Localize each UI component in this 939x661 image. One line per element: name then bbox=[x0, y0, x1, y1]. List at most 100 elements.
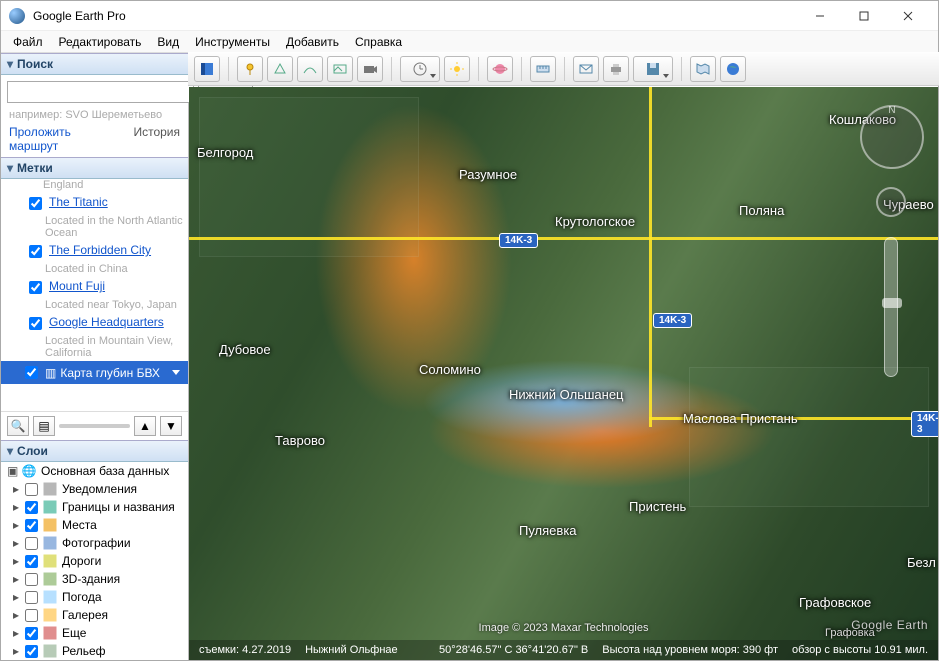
place-checkbox[interactable] bbox=[29, 197, 42, 210]
view-in-maps-button[interactable] bbox=[690, 56, 716, 82]
places-header[interactable]: ▾ Метки bbox=[1, 157, 188, 179]
menu-view[interactable]: Вид bbox=[149, 33, 187, 51]
find-button[interactable]: 🔍 bbox=[7, 416, 29, 436]
minimize-button[interactable] bbox=[798, 2, 842, 30]
route-link[interactable]: Проложить маршрут bbox=[9, 125, 119, 153]
place-item[interactable]: Google Headquarters bbox=[1, 313, 188, 335]
layer-checkbox[interactable] bbox=[25, 591, 38, 604]
layer-checkbox[interactable] bbox=[25, 627, 38, 640]
maximize-button[interactable] bbox=[842, 2, 886, 30]
close-button[interactable] bbox=[886, 2, 930, 30]
layer-row[interactable]: ▸ Места bbox=[1, 516, 188, 534]
earth-button[interactable] bbox=[720, 56, 746, 82]
layer-label: Основная база данных bbox=[41, 464, 169, 478]
layer-row[interactable]: ▸ 3D-здания bbox=[1, 570, 188, 588]
place-link[interactable]: The Forbidden City bbox=[49, 243, 151, 257]
opacity-slider[interactable] bbox=[59, 424, 130, 428]
expand-icon[interactable]: ▸ bbox=[11, 518, 21, 532]
layer-row[interactable]: ▸ Уведомления bbox=[1, 480, 188, 498]
menu-edit[interactable]: Редактировать bbox=[51, 33, 150, 51]
layer-root[interactable]: ▣ 🌐 Основная база данных bbox=[1, 462, 188, 480]
chevron-down-icon[interactable] bbox=[172, 370, 180, 375]
place-checkbox[interactable] bbox=[25, 366, 38, 379]
layer-checkbox[interactable] bbox=[25, 537, 38, 550]
place-link[interactable]: Google Headquarters bbox=[49, 315, 164, 329]
place-item[interactable]: The Forbidden City bbox=[1, 241, 188, 263]
expand-icon[interactable]: ▸ bbox=[11, 500, 21, 514]
historical-imagery-button[interactable] bbox=[400, 56, 440, 82]
expand-icon[interactable]: ▸ bbox=[11, 590, 21, 604]
layer-row[interactable]: ▸ Рельеф bbox=[1, 642, 188, 660]
search-header[interactable]: ▾ Поиск bbox=[1, 53, 188, 75]
move-down-button[interactable]: ▼ bbox=[160, 416, 182, 436]
place-subtitle: Located near Tokyo, Japan bbox=[1, 299, 188, 313]
move-up-button[interactable]: ▲ bbox=[134, 416, 156, 436]
coordinates: 50°28'46.57" С 36°41'20.67" В bbox=[439, 644, 588, 656]
map-label: Разумное bbox=[459, 167, 517, 182]
place-selected[interactable]: ▥ Карта глубин БВХ bbox=[1, 361, 188, 384]
menu-help[interactable]: Справка bbox=[347, 33, 410, 51]
menu-add[interactable]: Добавить bbox=[278, 33, 347, 51]
compass-control[interactable]: N bbox=[860, 105, 924, 169]
place-item[interactable]: The Titanic bbox=[1, 193, 188, 215]
place-item[interactable]: England bbox=[1, 179, 188, 193]
ruler-button[interactable] bbox=[530, 56, 556, 82]
layer-checkbox[interactable] bbox=[25, 555, 38, 568]
eye-alt-label: обзор с высоты bbox=[792, 644, 871, 656]
search-input[interactable] bbox=[7, 81, 194, 103]
layer-checkbox[interactable] bbox=[25, 645, 38, 658]
expand-icon[interactable]: ▸ bbox=[11, 608, 21, 622]
save-image-button[interactable] bbox=[633, 56, 673, 82]
layer-row[interactable]: ▸ Погода bbox=[1, 588, 188, 606]
sidebar-toggle-button[interactable] bbox=[194, 56, 220, 82]
add-placemark-button[interactable] bbox=[237, 56, 263, 82]
layer-row[interactable]: ▸ Фотографии bbox=[1, 534, 188, 552]
expand-icon[interactable]: ▸ bbox=[11, 644, 21, 658]
add-image-overlay-button[interactable] bbox=[327, 56, 353, 82]
menubar: Файл Редактировать Вид Инструменты Добав… bbox=[1, 31, 938, 53]
place-checkbox[interactable] bbox=[29, 245, 42, 258]
layers-list: ▣ 🌐 Основная база данных ▸ Уведомления▸ … bbox=[1, 462, 188, 660]
zoom-slider[interactable] bbox=[884, 237, 898, 377]
eye-alt-value: 10.91 мил. bbox=[874, 644, 928, 656]
place-checkbox[interactable] bbox=[29, 281, 42, 294]
expand-icon[interactable]: ▸ bbox=[11, 572, 21, 586]
expand-icon[interactable]: ▸ bbox=[11, 626, 21, 640]
layer-row[interactable]: ▸ Еще bbox=[1, 624, 188, 642]
place-link[interactable]: Mount Fuji bbox=[49, 279, 105, 293]
layer-checkbox[interactable] bbox=[25, 573, 38, 586]
expand-icon[interactable]: ▸ bbox=[11, 536, 21, 550]
layer-checkbox[interactable] bbox=[25, 483, 38, 496]
expand-icon[interactable]: ▸ bbox=[11, 554, 21, 568]
zoom-handle[interactable] bbox=[882, 298, 902, 308]
layer-checkbox[interactable] bbox=[25, 519, 38, 532]
history-link[interactable]: История bbox=[133, 125, 180, 153]
view-button[interactable]: ▤ bbox=[33, 416, 55, 436]
sky-planets-button[interactable] bbox=[487, 56, 513, 82]
pan-control[interactable] bbox=[876, 187, 906, 217]
layer-icon bbox=[42, 553, 58, 569]
menu-file[interactable]: Файл bbox=[5, 33, 51, 51]
place-item[interactable]: Mount Fuji bbox=[1, 277, 188, 299]
expand-icon[interactable]: ▣ bbox=[7, 464, 17, 478]
imagery-date-label: съемки: bbox=[199, 644, 239, 656]
layer-row[interactable]: ▸ Галерея bbox=[1, 606, 188, 624]
print-button[interactable] bbox=[603, 56, 629, 82]
email-button[interactable] bbox=[573, 56, 599, 82]
layer-checkbox[interactable] bbox=[25, 609, 38, 622]
place-checkbox[interactable] bbox=[29, 317, 42, 330]
map-label: Таврово bbox=[275, 433, 325, 448]
map-viewport[interactable]: КошлаковоБелгородРазумноеПолянаЧураевоКр… bbox=[189, 87, 938, 660]
add-polygon-button[interactable] bbox=[267, 56, 293, 82]
menu-tools[interactable]: Инструменты bbox=[187, 33, 278, 51]
add-path-button[interactable] bbox=[297, 56, 323, 82]
places-list: England The Titanic Located in the North… bbox=[1, 179, 188, 411]
expand-icon[interactable]: ▸ bbox=[11, 482, 21, 496]
layer-row[interactable]: ▸ Границы и названия bbox=[1, 498, 188, 516]
place-link[interactable]: The Titanic bbox=[49, 195, 108, 209]
sunlight-button[interactable] bbox=[444, 56, 470, 82]
record-tour-button[interactable] bbox=[357, 56, 383, 82]
layer-checkbox[interactable] bbox=[25, 501, 38, 514]
layers-header[interactable]: ▾ Слои bbox=[1, 440, 188, 462]
layer-row[interactable]: ▸ Дороги bbox=[1, 552, 188, 570]
